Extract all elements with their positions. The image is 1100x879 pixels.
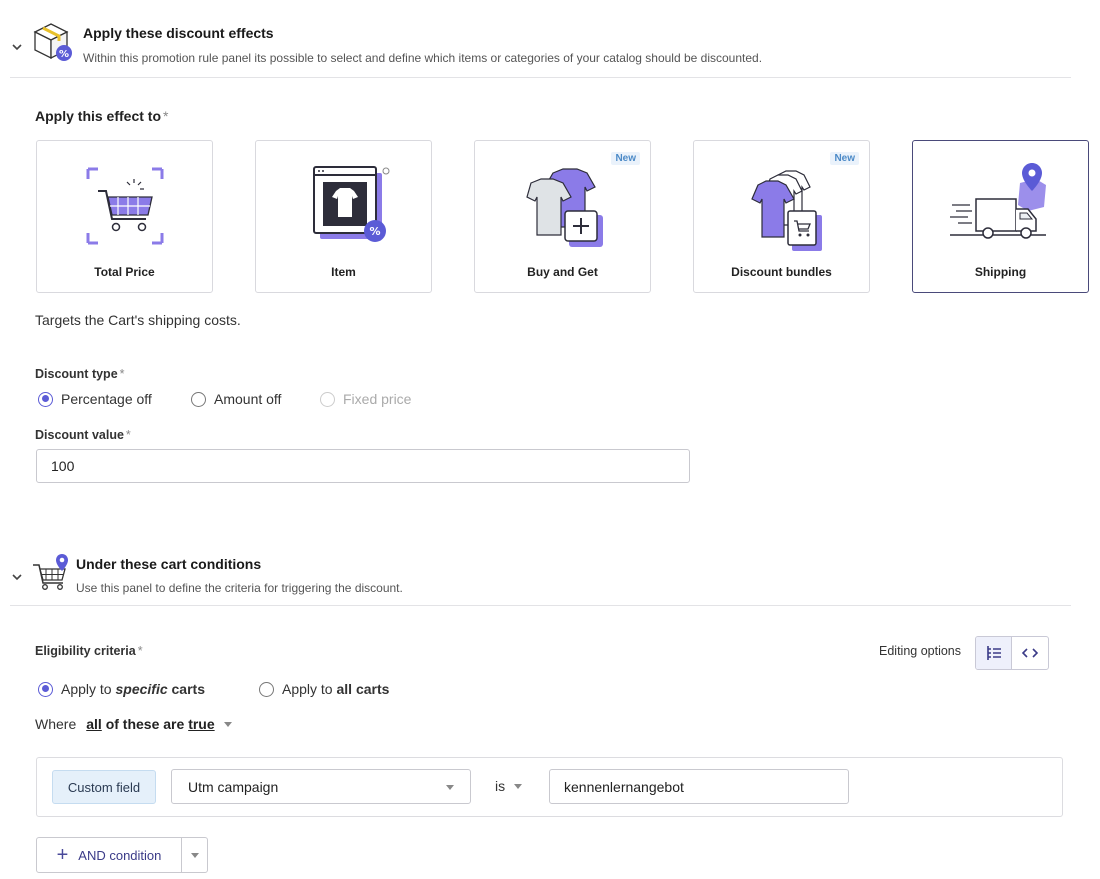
conditions-section-subtitle: Use this panel to define the criteria fo… — [76, 581, 403, 595]
radio-fixed-price: Fixed price — [320, 391, 411, 407]
chevron-down-icon — [514, 783, 523, 789]
svg-text:%: % — [59, 49, 69, 60]
effect-card-buy-and-get[interactable]: New Buy and Get — [474, 140, 651, 293]
discount-type-label-text: Discount type — [35, 367, 118, 381]
discount-value-label-text: Discount value — [35, 428, 124, 442]
required-marker: * — [163, 108, 169, 124]
radio-specific-carts[interactable]: Apply to specific carts — [38, 681, 205, 697]
effect-card-shipping[interactable]: Shipping — [912, 140, 1089, 293]
where-row: Where all of these are true — [35, 716, 232, 732]
radio-label-suffix: carts — [167, 681, 205, 697]
discount-type-label: Discount type * — [35, 367, 125, 381]
effect-card-discount-bundles[interactable]: New Discount bundles — [693, 140, 870, 293]
radio-all-carts[interactable]: Apply to all carts — [259, 681, 389, 697]
field-select-value: Utm campaign — [188, 778, 279, 795]
where-middle: of these are — [101, 716, 189, 732]
conditions-section-title: Under these cart conditions — [76, 556, 262, 572]
radio-label: Apply to specific carts — [61, 681, 205, 697]
cart-location-icon — [33, 554, 68, 590]
eligibility-label-text: Eligibility criteria — [35, 644, 136, 658]
required-marker: * — [119, 367, 125, 381]
chevron-down-icon — [190, 852, 199, 858]
radio-button[interactable] — [38, 681, 53, 697]
apply-effect-label-text: Apply this effect to — [35, 108, 162, 124]
radio-button — [320, 391, 335, 407]
radio-label: Percentage off — [61, 391, 152, 407]
condition-value-text: kennenlernangebot — [564, 778, 684, 795]
add-condition-button-group: + AND condition — [36, 837, 208, 873]
radio-label-prefix: Apply to — [282, 681, 337, 697]
new-badge: New — [830, 152, 859, 165]
shirts-plus-icon — [525, 168, 603, 247]
effect-card-total-price[interactable]: Total Price — [36, 140, 213, 293]
radio-label: Apply to all carts — [282, 681, 389, 697]
effects-section-subtitle: Within this promotion rule panel its pos… — [83, 51, 763, 65]
new-badge: New — [611, 152, 640, 165]
section-divider — [10, 605, 1071, 606]
effect-card-item[interactable]: % Item — [255, 140, 432, 293]
radio-label-prefix: Apply to — [61, 681, 116, 697]
field-select[interactable]: Utm campaign — [171, 769, 471, 804]
chevron-down-icon — [446, 785, 454, 790]
add-and-condition-button[interactable]: + AND condition — [37, 838, 182, 872]
condition-value-input[interactable]: kennenlernangebot — [549, 769, 849, 804]
radio-percentage-off[interactable]: Percentage off — [38, 391, 152, 407]
effect-description: Targets the Cart's shipping costs. — [35, 312, 241, 328]
required-marker: * — [137, 644, 143, 658]
radio-amount-off[interactable]: Amount off — [191, 391, 281, 407]
radio-button[interactable] — [259, 681, 274, 697]
eligibility-label: Eligibility criteria * — [35, 644, 143, 658]
editing-options-label: Editing options — [879, 644, 962, 658]
discount-value-label: Discount value * — [35, 428, 131, 442]
radio-label-emphasis: specific — [115, 681, 168, 697]
card-label: Item — [331, 265, 356, 279]
where-logic-dropdown[interactable]: all of these are true — [82, 716, 232, 732]
tree-list-icon — [986, 646, 1001, 660]
custom-field-chip: Custom field — [52, 770, 156, 804]
discount-value-text: 100 — [51, 458, 75, 474]
card-label: Discount bundles — [731, 265, 832, 279]
card-label: Shipping — [974, 265, 1027, 279]
operator-value: is — [495, 778, 506, 794]
operator-select[interactable]: is — [495, 778, 523, 794]
shipping-truck-icon — [949, 163, 1046, 239]
code-icon — [1021, 648, 1039, 658]
radio-button[interactable] — [38, 391, 53, 407]
where-prefix: Where — [35, 716, 77, 732]
plus-icon: + — [56, 844, 69, 866]
discount-value-input[interactable]: 100 — [36, 449, 690, 483]
collapse-chevron-icon[interactable] — [10, 40, 24, 54]
required-marker: * — [125, 428, 131, 442]
item-shirt-icon: % — [312, 166, 389, 242]
radio-label: Amount off — [214, 391, 282, 407]
add-condition-dropdown-button[interactable] — [182, 838, 207, 872]
effects-section-title: Apply these discount effects — [83, 25, 274, 41]
svg-text:%: % — [369, 225, 380, 238]
radio-label: Fixed price — [343, 391, 412, 407]
add-condition-label: AND condition — [78, 847, 162, 863]
card-label: Total Price — [94, 265, 155, 279]
radio-label-bold: all carts — [336, 681, 390, 697]
bundle-shirts-cart-icon — [750, 170, 822, 251]
apply-effect-label: Apply this effect to * — [35, 108, 168, 124]
package-percent-icon: % — [33, 23, 72, 61]
where-all: all — [86, 716, 102, 732]
radio-button[interactable] — [191, 391, 206, 407]
visual-editor-button[interactable] — [976, 637, 1013, 669]
collapse-chevron-icon[interactable] — [10, 570, 24, 584]
editing-options-toggle — [975, 636, 1049, 670]
section-divider — [10, 77, 1071, 78]
where-true: true — [188, 716, 215, 732]
code-editor-button[interactable] — [1012, 637, 1048, 669]
chevron-down-icon — [223, 721, 232, 727]
card-label: Buy and Get — [527, 265, 598, 279]
cart-icon — [86, 167, 163, 245]
